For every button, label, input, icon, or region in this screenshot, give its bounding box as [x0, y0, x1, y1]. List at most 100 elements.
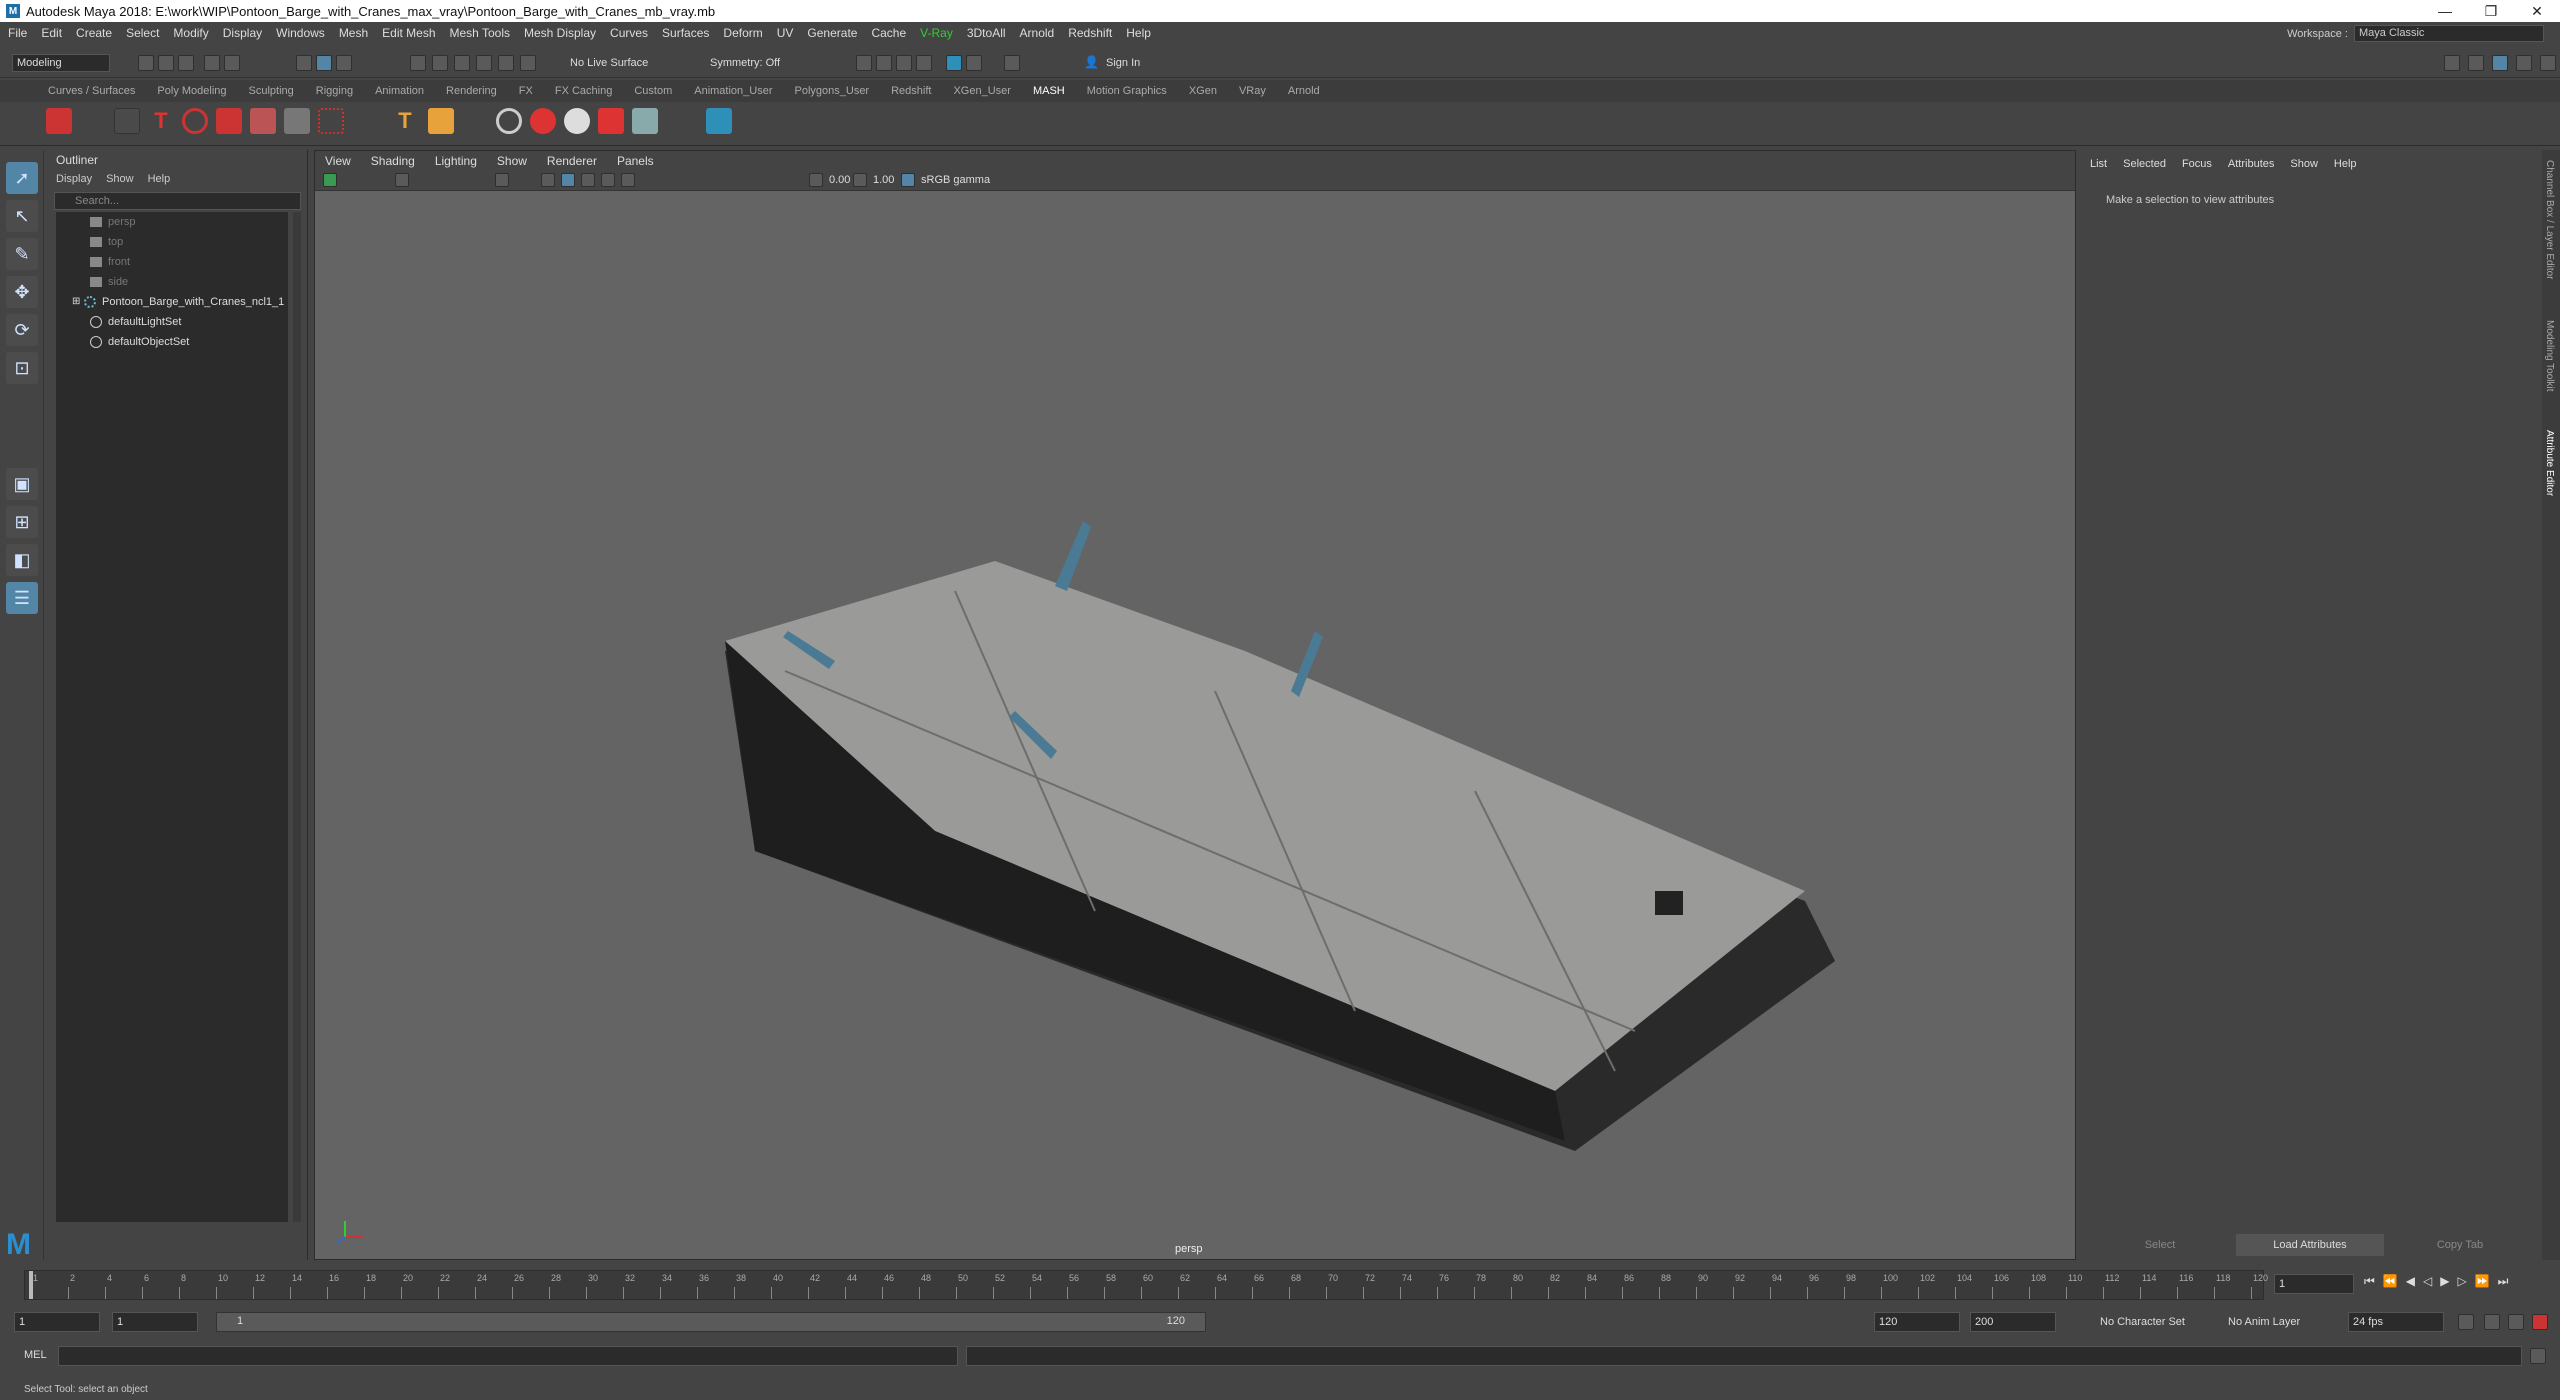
menu-arnold[interactable]: Arnold	[1020, 26, 1055, 40]
step-forward-frame-icon[interactable]: ▷	[2457, 1274, 2466, 1289]
undo-icon[interactable]	[204, 55, 220, 71]
step-forward-key-icon[interactable]: ⏩	[2475, 1274, 2490, 1289]
select-component-icon[interactable]	[336, 55, 352, 71]
menu-vray[interactable]: V-Ray	[920, 26, 953, 40]
toggle-modeling-toolkit-icon[interactable]	[2444, 55, 2460, 71]
persp-outliner-layout-icon[interactable]: ◧	[6, 544, 38, 576]
shelf-tab-xgen[interactable]: XGen	[1189, 85, 1217, 97]
render-settings-icon[interactable]	[916, 55, 932, 71]
timeline-ticks[interactable]: 1 2 4 6 8 10 12 14 16 18 20 22 24 26 28 30 32 34 36 38 40 42 4…	[24, 1270, 2268, 1300]
workspace-dropdown[interactable]: Maya Classic	[2354, 25, 2544, 42]
menu-generate[interactable]: Generate	[807, 26, 857, 40]
camera-select-icon[interactable]	[323, 173, 337, 187]
dynamics-icon[interactable]	[564, 108, 590, 134]
select-tool-icon[interactable]: ➚	[6, 162, 38, 194]
attr-menu-selected[interactable]: Selected	[2123, 158, 2166, 170]
shelf-tab-arnold[interactable]: Arnold	[1288, 85, 1320, 97]
mg-text-icon[interactable]: T	[392, 108, 418, 134]
shelf-tab-xgen-user[interactable]: XGen_User	[953, 85, 1010, 97]
shelf-tab-vray[interactable]: VRay	[1239, 85, 1266, 97]
menu-create[interactable]: Create	[76, 26, 112, 40]
menu-set-dropdown[interactable]: Modeling	[12, 54, 110, 72]
outliner-menu-help[interactable]: Help	[148, 170, 171, 188]
single-perspective-layout-icon[interactable]: ▣	[6, 468, 38, 500]
hypershade-icon[interactable]	[946, 55, 962, 71]
menu-3dtoall[interactable]: 3DtoAll	[967, 26, 1006, 40]
outliner-item-pontoon-group[interactable]: ⊞ Pontoon_Barge_with_Cranes_ncl1_1	[56, 292, 288, 312]
step-back-key-icon[interactable]: ⏪	[2383, 1274, 2398, 1289]
sphere-icon[interactable]	[530, 108, 556, 134]
menu-surfaces[interactable]: Surfaces	[662, 26, 709, 40]
outliner-item-default-object-set[interactable]: defaultObjectSet	[56, 332, 288, 352]
type-text-icon[interactable]: T	[148, 108, 174, 134]
attribute-editor-tab[interactable]: Attribute Editor	[2544, 430, 2555, 496]
attr-menu-attributes[interactable]: Attributes	[2228, 158, 2274, 170]
outliner-item-default-light-set[interactable]: defaultLightSet	[56, 312, 288, 332]
curve-icon[interactable]	[182, 108, 208, 134]
loop-icon[interactable]	[2458, 1314, 2474, 1330]
menu-file[interactable]: File	[8, 26, 27, 40]
menu-windows[interactable]: Windows	[276, 26, 325, 40]
rotate-tool-icon[interactable]: ⟳	[6, 314, 38, 346]
menu-cache[interactable]: Cache	[871, 26, 906, 40]
sign-in-button[interactable]: Sign In	[1106, 57, 1140, 69]
menu-uv[interactable]: UV	[777, 26, 794, 40]
menu-modify[interactable]: Modify	[173, 26, 208, 40]
snap-vertex-icon[interactable]	[520, 55, 536, 71]
auto-key-icon[interactable]	[2532, 1314, 2548, 1330]
attr-menu-help[interactable]: Help	[2334, 158, 2357, 170]
move-tool-icon[interactable]: ✥	[6, 276, 38, 308]
viewport-menu-renderer[interactable]: Renderer	[547, 154, 597, 168]
settings-gear-icon[interactable]	[2540, 55, 2556, 71]
menu-mesh[interactable]: Mesh	[339, 26, 368, 40]
shelf-tab-rendering[interactable]: Rendering	[446, 85, 497, 97]
four-view-layout-icon[interactable]: ⊞	[6, 506, 38, 538]
grid-icon[interactable]	[284, 108, 310, 134]
shelf-tab-fx[interactable]: FX	[519, 85, 533, 97]
points-icon[interactable]	[318, 108, 344, 134]
shelf-tab-motion-graphics[interactable]: Motion Graphics	[1087, 85, 1167, 97]
toggle-attribute-editor-icon[interactable]	[2468, 55, 2484, 71]
go-to-end-icon[interactable]: ⏭	[2498, 1274, 2509, 1289]
outliner-item-front[interactable]: front	[56, 252, 288, 272]
copy-tab-button[interactable]: Copy Tab	[2386, 1234, 2534, 1256]
shelf-tab-sculpting[interactable]: Sculpting	[249, 85, 294, 97]
mash-outliner-icon[interactable]	[114, 108, 140, 134]
refresh-icon[interactable]	[496, 108, 522, 134]
play-backward-icon[interactable]: ◁	[2423, 1274, 2432, 1289]
step-back-frame-icon[interactable]: ◀	[2406, 1274, 2415, 1289]
shelf-tab-custom[interactable]: Custom	[634, 85, 672, 97]
playback-start-field[interactable]: 1	[112, 1312, 198, 1332]
exposure-icon[interactable]	[809, 173, 823, 187]
menu-redshift[interactable]: Redshift	[1068, 26, 1112, 40]
menu-mesh-display[interactable]: Mesh Display	[524, 26, 596, 40]
physics-icon[interactable]	[598, 108, 624, 134]
svg-icon[interactable]	[428, 108, 454, 134]
render-sequence-icon[interactable]	[876, 55, 892, 71]
select-button[interactable]: Select	[2086, 1234, 2234, 1256]
live-surface-field[interactable]: No Live Surface	[570, 57, 648, 69]
shelf-tab-curves-surfaces[interactable]: Curves / Surfaces	[48, 85, 135, 97]
mash-network-icon[interactable]	[46, 108, 72, 134]
close-button[interactable]: ✕	[2514, 0, 2560, 22]
current-frame-field[interactable]: 1	[2274, 1274, 2354, 1294]
gamma-icon[interactable]	[853, 173, 867, 187]
shelf-tab-mash[interactable]: MASH	[1033, 85, 1065, 97]
menu-edit-mesh[interactable]: Edit Mesh	[382, 26, 435, 40]
shelf-tab-animation[interactable]: Animation	[375, 85, 424, 97]
color-management-icon[interactable]	[901, 173, 915, 187]
toggle-tool-settings-icon[interactable]	[2492, 55, 2508, 71]
outliner-item-side[interactable]: side	[56, 272, 288, 292]
channel-box-tab[interactable]: Channel Box / Layer Editor	[2544, 160, 2555, 280]
command-language-label[interactable]: MEL	[24, 1349, 47, 1361]
attr-menu-list[interactable]: List	[2090, 158, 2107, 170]
key-settings-icon[interactable]	[2508, 1314, 2524, 1330]
snap-curve-icon[interactable]	[432, 55, 448, 71]
outliner-layout-icon[interactable]: ☰	[6, 582, 38, 614]
modeling-toolkit-tab[interactable]: Modeling Toolkit	[2544, 320, 2555, 392]
paint-select-tool-icon[interactable]: ✎	[6, 238, 38, 270]
range-slider[interactable]: 1 120	[216, 1312, 1206, 1332]
expand-plus-icon[interactable]: ⊞	[72, 292, 84, 312]
shelf-tab-animation-user[interactable]: Animation_User	[694, 85, 772, 97]
shelf-tab-poly-modeling[interactable]: Poly Modeling	[157, 85, 226, 97]
